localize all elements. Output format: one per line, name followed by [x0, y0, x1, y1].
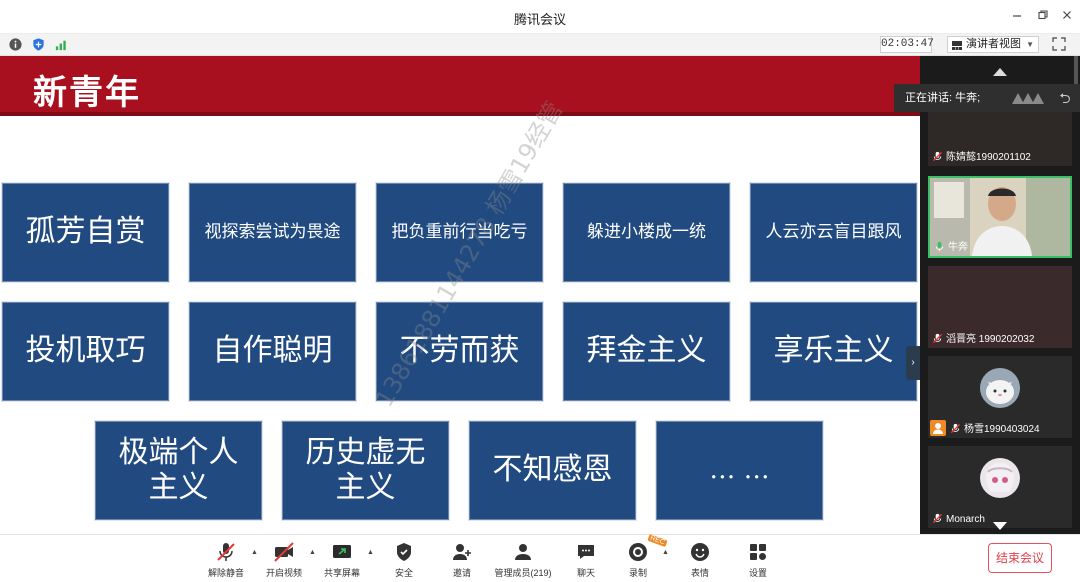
chevron-up-icon[interactable]: ▲ — [367, 549, 374, 556]
participant-tile[interactable]: Monarch — [928, 446, 1072, 528]
invite-label: 邀请 — [452, 568, 471, 578]
unmute-button[interactable]: 解除静音 — [206, 541, 246, 581]
security-button[interactable]: 安全 — [388, 541, 420, 581]
chevron-down-icon: ▼ — [1026, 40, 1034, 49]
manage-members-label: 管理成员(219) — [494, 568, 552, 578]
collapse-icon[interactable]: ⮌ — [1054, 86, 1076, 110]
reactions-button[interactable]: 表情 — [684, 541, 716, 581]
unmute-label: 解除静音 — [207, 568, 244, 578]
record-button[interactable]: 录制 — [622, 541, 654, 581]
slide-card: 人云亦云盲目跟风 — [750, 183, 917, 282]
window-titlebar: 腾讯会议 — [0, 0, 1080, 34]
record-icon — [629, 543, 647, 561]
slide-card: … … — [656, 421, 823, 520]
signal-icon[interactable] — [54, 37, 70, 53]
mic-muted-icon — [932, 333, 943, 344]
scroll-up-icon[interactable] — [993, 68, 1007, 76]
participant-tile[interactable]: 陈婧懿1990201102 — [928, 112, 1072, 166]
close-icon[interactable] — [1058, 8, 1076, 26]
meeting-toolbar: 解除静音 ▲ 开启视频 ▲ 共享屏幕 ▲ 安全 邀请 管理成员(219) 聊天 … — [0, 533, 1080, 582]
slide-card: 拜金主义 — [563, 302, 730, 401]
start-video-label: 开启视频 — [265, 568, 302, 578]
participant-tile[interactable]: 杨雪1990403024 — [928, 356, 1072, 438]
end-meeting-button[interactable]: 结束会议 — [988, 543, 1052, 573]
slide-card: 躲进小楼成一统 — [563, 183, 730, 282]
slide-card: 视探索尝试为畏途 — [189, 183, 356, 282]
settings-label: 设置 — [748, 568, 767, 578]
slide-title: 新青年 — [33, 73, 141, 113]
minimize-icon[interactable] — [1008, 8, 1026, 26]
shield-icon — [397, 543, 411, 561]
slide-card: 不劳而获 — [376, 302, 543, 401]
settings-button[interactable]: 设置 — [742, 541, 774, 581]
participant-name: 杨雪1990403024 — [950, 420, 1040, 435]
chat-label: 聊天 — [576, 568, 595, 578]
invite-button[interactable]: 邀请 — [446, 541, 478, 581]
chat-button[interactable]: 聊天 — [570, 541, 602, 581]
view-mode-select[interactable]: 演讲者视图 ▼ — [947, 36, 1039, 53]
start-video-button[interactable]: 开启视频 — [264, 541, 304, 581]
mic-muted-icon — [950, 423, 961, 434]
speaking-indicator: 正在讲话: 牛奔; ⮌ — [894, 84, 1080, 112]
speaking-label: 正在讲话: 牛奔; — [905, 92, 981, 104]
participant-name: 陈婧懿1990201102 — [932, 148, 1031, 163]
settings-grid-icon — [750, 544, 766, 560]
participant-name: 滔晋亮 1990202032 — [932, 330, 1034, 345]
window-title: 腾讯会议 — [513, 12, 566, 27]
shield-icon[interactable] — [31, 37, 47, 53]
chevron-up-icon[interactable]: ▲ — [662, 549, 669, 556]
participants-panel: 陈婧懿1990201102 牛奔 滔晋亮 1990202032 杨雪199040… — [920, 56, 1080, 534]
smile-icon — [691, 543, 709, 561]
slide-card: 把负重前行当吃亏 — [376, 183, 543, 282]
chevron-up-icon[interactable]: ▲ — [251, 549, 258, 556]
slide-header: 新青年 — [0, 56, 920, 116]
mic-active-icon — [935, 241, 944, 252]
slide-card: 极端个人主义 — [95, 421, 262, 520]
share-screen-button[interactable]: 共享屏幕 — [322, 541, 362, 581]
meeting-infobar: 02:03:47 演讲者视图 ▼ — [0, 34, 1080, 56]
mic-muted-icon — [932, 151, 943, 162]
slide-card: 享乐主义 — [750, 302, 917, 401]
grid-view-icon — [952, 40, 962, 50]
mic-muted-icon — [217, 543, 235, 561]
slide-card: 孤芳自赏 — [2, 183, 169, 282]
video-off-icon — [274, 542, 294, 562]
manage-members-button[interactable]: 管理成员(219) — [492, 541, 554, 581]
participant-name: 牛奔 — [934, 238, 968, 253]
chat-icon — [578, 545, 594, 559]
share-screen-label: 共享屏幕 — [323, 568, 360, 578]
avatar — [980, 458, 1020, 498]
slide-card: 不知感恩 — [469, 421, 636, 520]
avatar — [980, 368, 1020, 408]
meeting-timer: 02:03:47 — [880, 36, 934, 53]
info-icon[interactable] — [8, 37, 24, 53]
slide-card: 历史虚无主义 — [282, 421, 449, 520]
fullscreen-icon[interactable] — [1052, 37, 1068, 53]
chevron-up-icon[interactable]: ▲ — [309, 549, 316, 556]
user-badge-icon — [930, 420, 946, 436]
slide-card: 投机取巧 — [2, 302, 169, 401]
record-label: 录制 — [628, 568, 647, 578]
share-screen-icon — [333, 545, 351, 558]
reactions-label: 表情 — [690, 568, 709, 578]
participant-tile-active[interactable]: 牛奔 — [928, 176, 1072, 258]
participant-name: Monarch — [932, 513, 985, 525]
mic-muted-icon — [932, 513, 943, 524]
speaker-avatars-icon — [1012, 93, 1044, 104]
members-icon — [515, 544, 531, 560]
participant-tile[interactable]: 滔晋亮 1990202032 — [928, 266, 1072, 348]
shared-slide: 新青年 孤芳自赏 视探索尝试为畏途 把负重前行当吃亏 躲进小楼成一统 人云亦云盲… — [0, 56, 920, 534]
restore-icon[interactable] — [1034, 8, 1052, 26]
view-mode-label: 演讲者视图 — [966, 38, 1021, 50]
slide-card: 自作聪明 — [189, 302, 356, 401]
security-label: 安全 — [394, 568, 413, 578]
add-user-icon — [453, 544, 471, 560]
chevron-right-icon[interactable]: › — [906, 346, 920, 380]
scroll-down-icon[interactable] — [993, 522, 1007, 530]
